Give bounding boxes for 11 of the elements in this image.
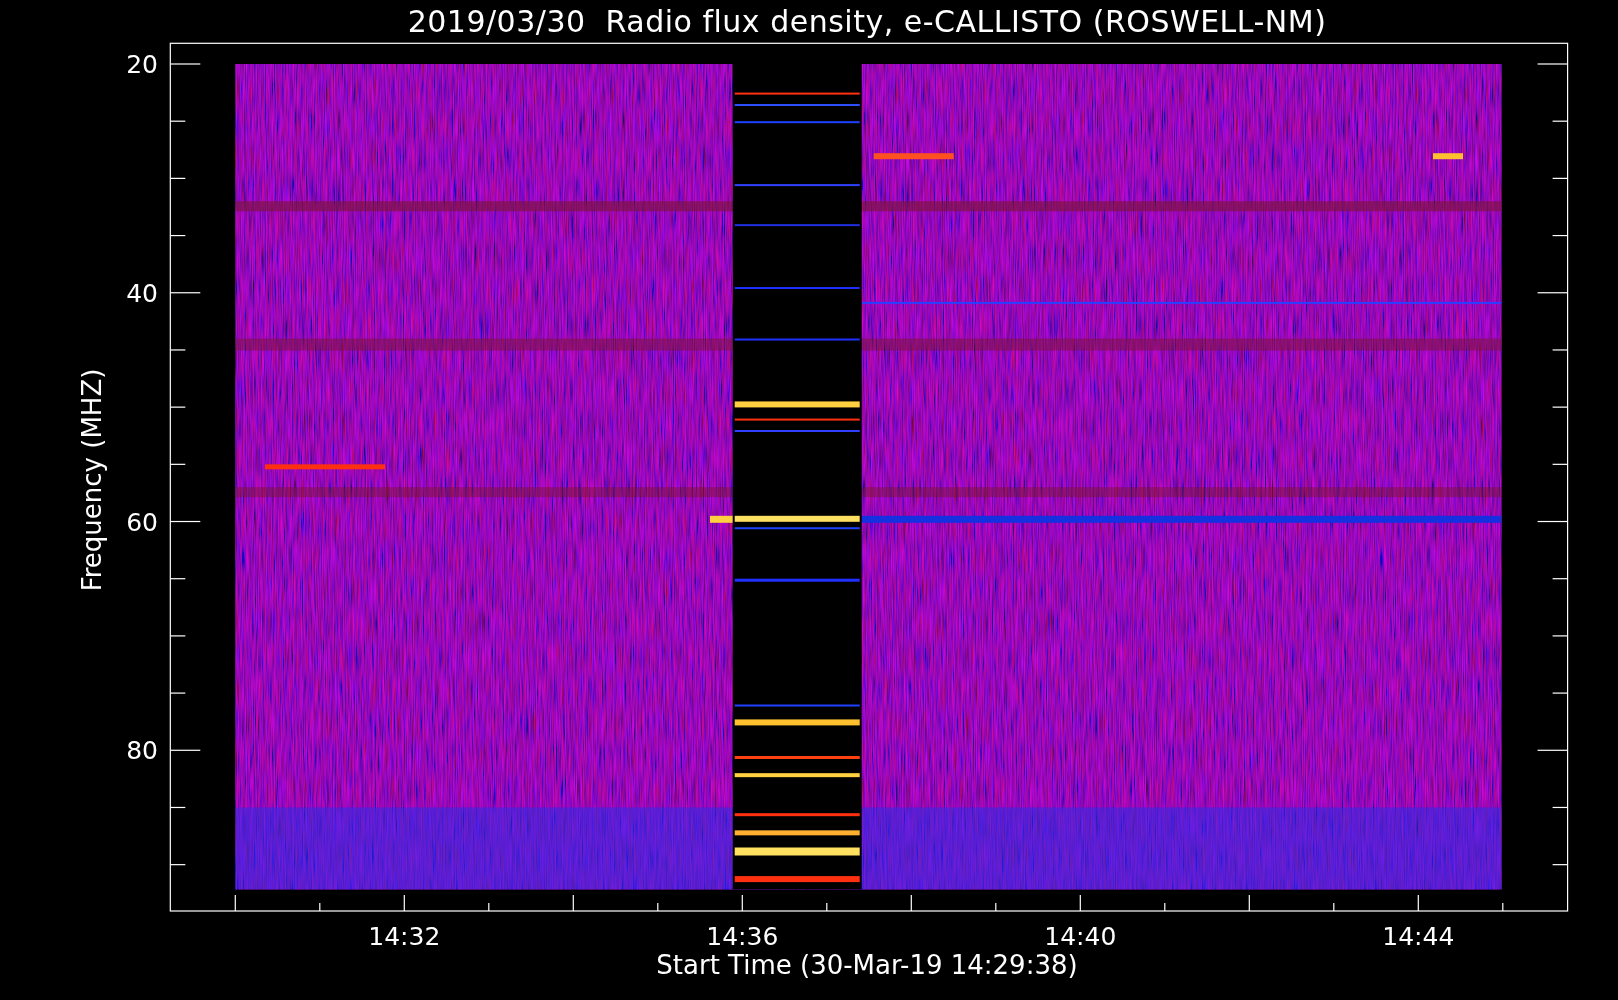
y-tick-label: 60	[126, 507, 158, 537]
x-tick-label: 14:40	[1044, 922, 1117, 951]
y-tick-label: 40	[126, 278, 158, 308]
y-tick-label: 20	[126, 50, 158, 79]
y-tick-label: 80	[126, 736, 158, 766]
x-tick-label: 14:44	[1382, 922, 1455, 951]
x-tick-label: 14:32	[368, 922, 441, 951]
x-tick-label: 14:36	[706, 922, 779, 951]
y-axis-label: Frequency (MHZ)	[77, 368, 107, 592]
x-axis-label: Start Time (30-Mar-19 14:29:38)	[656, 950, 1078, 980]
chart-title: 2019/03/30 Radio flux density, e-CALLISTO (ROSWELL-NM)	[407, 3, 1327, 39]
